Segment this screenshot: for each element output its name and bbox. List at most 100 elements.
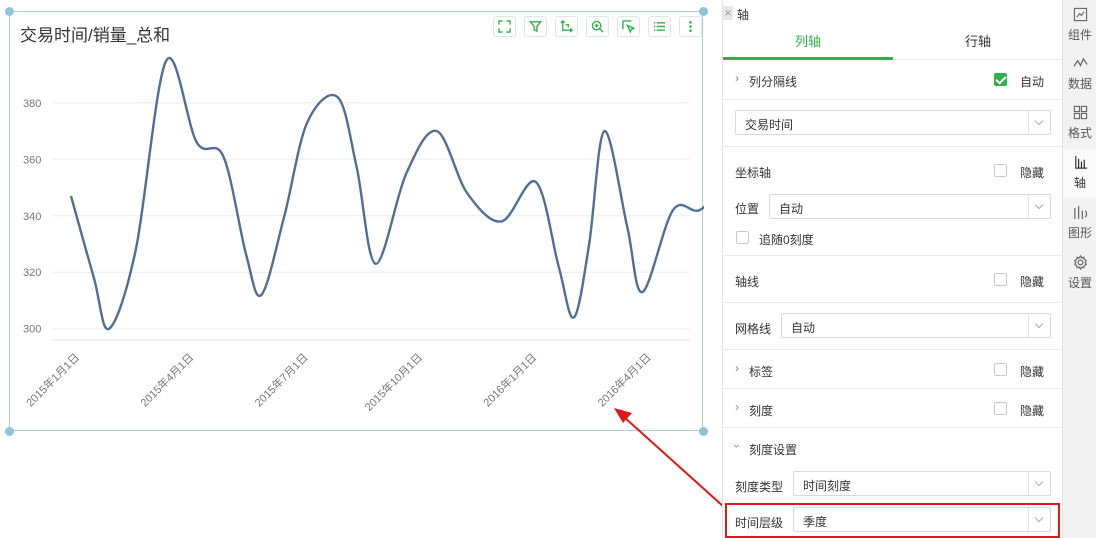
tick-label: 刻度 bbox=[749, 404, 774, 418]
tick-type-label: 刻度类型 bbox=[735, 480, 784, 494]
chart-title: 交易时间/销量_总和 bbox=[20, 26, 171, 45]
y-tick-label: 320 bbox=[23, 267, 41, 279]
fullscreen-button[interactable] bbox=[493, 16, 516, 37]
tag-hide-label: 隐藏 bbox=[1020, 365, 1045, 379]
rail-item-component[interactable]: 组件 bbox=[1063, 2, 1096, 50]
chevron-right-icon: › bbox=[735, 361, 739, 375]
auto-checkbox[interactable] bbox=[994, 73, 1007, 86]
y-tick-label: 340 bbox=[23, 211, 41, 223]
section-axis-line: 轴线 隐藏 bbox=[723, 256, 1063, 303]
coord-axis-hide-checkbox[interactable] bbox=[994, 164, 1007, 177]
section-coord-axis: 坐标轴 隐藏 位置 自动 追随0刻度 bbox=[723, 147, 1063, 256]
resize-handle-top-left[interactable] bbox=[5, 7, 14, 16]
axis-tabs: 列轴 行轴 bbox=[723, 26, 1063, 60]
tick-hide-checkbox[interactable] bbox=[994, 402, 1007, 415]
field-select[interactable]: 交易时间 bbox=[735, 110, 1051, 135]
list-button[interactable] bbox=[648, 16, 671, 37]
zoom-icon bbox=[591, 20, 604, 33]
rail-item-shape[interactable]: 图形 bbox=[1063, 200, 1096, 248]
select-icon bbox=[622, 20, 635, 33]
more-icon bbox=[689, 21, 692, 32]
resize-handle-bottom-left[interactable] bbox=[5, 427, 14, 436]
tag-hide-checkbox[interactable] bbox=[994, 363, 1007, 376]
position-select[interactable]: 自动 bbox=[769, 194, 1051, 219]
grid-line-label: 网格线 bbox=[735, 322, 772, 336]
axis-icon bbox=[1075, 155, 1088, 169]
axis-line-label: 轴线 bbox=[735, 275, 760, 289]
section-field: 交易时间 bbox=[723, 100, 1063, 147]
tick-hide-label: 隐藏 bbox=[1020, 404, 1045, 418]
chevron-down-icon[interactable]: › bbox=[730, 444, 744, 448]
axis-swap-icon bbox=[560, 20, 573, 33]
axis-line-hide-label: 隐藏 bbox=[1020, 275, 1045, 289]
section-grid-line: 网格线 自动 bbox=[723, 303, 1063, 350]
x-tick-label: 2015年10月1日 bbox=[362, 350, 426, 414]
chevron-down-icon bbox=[1028, 111, 1050, 134]
series-line bbox=[69, 56, 704, 331]
rail-item-format[interactable]: 格式 bbox=[1063, 100, 1096, 148]
line-chart: 300 320 340 360 380 2015年1月1日 2015年4月1日 2015年7月… bbox=[23, 56, 704, 414]
chevron-right-icon: › bbox=[735, 400, 739, 414]
section-column-separator[interactable]: › 列分隔线 自动 bbox=[723, 60, 1063, 100]
field-select-value: 交易时间 bbox=[745, 118, 794, 132]
tick-settings-label[interactable]: 刻度设置 bbox=[749, 441, 797, 458]
grid-line-select[interactable]: 自动 bbox=[781, 313, 1051, 338]
rail-item-label: 组件 bbox=[1067, 28, 1092, 42]
grid-line-select-value: 自动 bbox=[791, 321, 816, 335]
highlight-box bbox=[725, 503, 1060, 538]
follow-zero-label: 追随0刻度 bbox=[759, 233, 814, 247]
coord-axis-label: 坐标轴 bbox=[735, 166, 772, 180]
rail-item-label: 格式 bbox=[1067, 126, 1092, 140]
rail-item-label: 轴 bbox=[1073, 176, 1086, 190]
axis-line-hide-checkbox[interactable] bbox=[994, 273, 1007, 286]
tick-type-select-value: 时间刻度 bbox=[803, 479, 852, 493]
data-icon bbox=[1073, 57, 1088, 67]
chart-toolbar bbox=[493, 16, 702, 37]
tab-row-axis[interactable]: 行轴 bbox=[893, 26, 1063, 60]
section-tag[interactable]: › 标签 隐藏 bbox=[723, 350, 1063, 389]
property-panel: ✕ 轴 列轴 行轴 › 列分隔线 自动 交易时间 坐标轴 隐藏 位置 自动 追随… bbox=[722, 0, 1063, 538]
rail-item-label: 图形 bbox=[1067, 226, 1092, 240]
format-icon bbox=[1073, 105, 1088, 120]
fullscreen-icon bbox=[498, 20, 511, 33]
rail-item-label: 设置 bbox=[1067, 276, 1092, 290]
position-label: 位置 bbox=[735, 202, 760, 216]
select-button[interactable] bbox=[617, 16, 640, 37]
more-button[interactable] bbox=[679, 16, 702, 37]
tag-label: 标签 bbox=[749, 365, 774, 379]
chevron-down-icon bbox=[1028, 195, 1050, 218]
x-tick-label: 2015年7月1日 bbox=[252, 350, 311, 409]
y-tick-label: 300 bbox=[23, 324, 41, 336]
chevron-down-icon bbox=[1028, 472, 1050, 495]
panel-title: 轴 bbox=[737, 8, 750, 22]
tab-column-axis[interactable]: 列轴 bbox=[723, 26, 893, 60]
x-tick-label: 2015年4月1日 bbox=[137, 350, 196, 409]
resize-handle-top-right[interactable] bbox=[699, 7, 708, 16]
chart-card[interactable]: 300 320 340 360 380 2015年1月1日 2015年4月1日 2015年7月… bbox=[9, 11, 704, 431]
coord-axis-hide-label: 隐藏 bbox=[1020, 166, 1045, 180]
filter-button[interactable] bbox=[524, 16, 547, 37]
rail-item-data[interactable]: 数据 bbox=[1063, 51, 1096, 99]
list-icon bbox=[653, 22, 666, 31]
filter-icon bbox=[529, 21, 542, 33]
y-tick-label: 360 bbox=[23, 154, 41, 166]
auto-checkbox-label: 自动 bbox=[1020, 75, 1045, 89]
resize-handle-bottom-right[interactable] bbox=[699, 427, 708, 436]
x-tick-label: 2016年1月1日 bbox=[480, 350, 539, 409]
tick-type-select[interactable]: 时间刻度 bbox=[793, 471, 1051, 496]
panel-header: ✕ 轴 bbox=[723, 0, 1063, 26]
rail-item-label: 数据 bbox=[1067, 77, 1092, 91]
collapse-icon[interactable]: ✕ bbox=[723, 6, 733, 20]
rail-item-settings[interactable]: 设置 bbox=[1063, 250, 1096, 298]
axis-swap-button[interactable] bbox=[555, 16, 578, 37]
rail-item-axis[interactable]: 轴 bbox=[1063, 150, 1096, 198]
zoom-button[interactable] bbox=[586, 16, 609, 37]
stage: 300 320 340 360 380 2015年1月1日 2015年4月1日 2015年7月… bbox=[0, 0, 1096, 538]
column-separator-label: 列分隔线 bbox=[749, 75, 798, 89]
x-tick-label: 2015年1月1日 bbox=[23, 350, 82, 409]
section-tick[interactable]: › 刻度 隐藏 bbox=[723, 389, 1063, 428]
follow-zero-checkbox[interactable] bbox=[736, 231, 749, 244]
chevron-right-icon: › bbox=[735, 71, 739, 85]
gear-icon bbox=[1073, 255, 1088, 270]
right-rail: 组件 数据 格式 轴 图形 设置 bbox=[1062, 0, 1096, 538]
